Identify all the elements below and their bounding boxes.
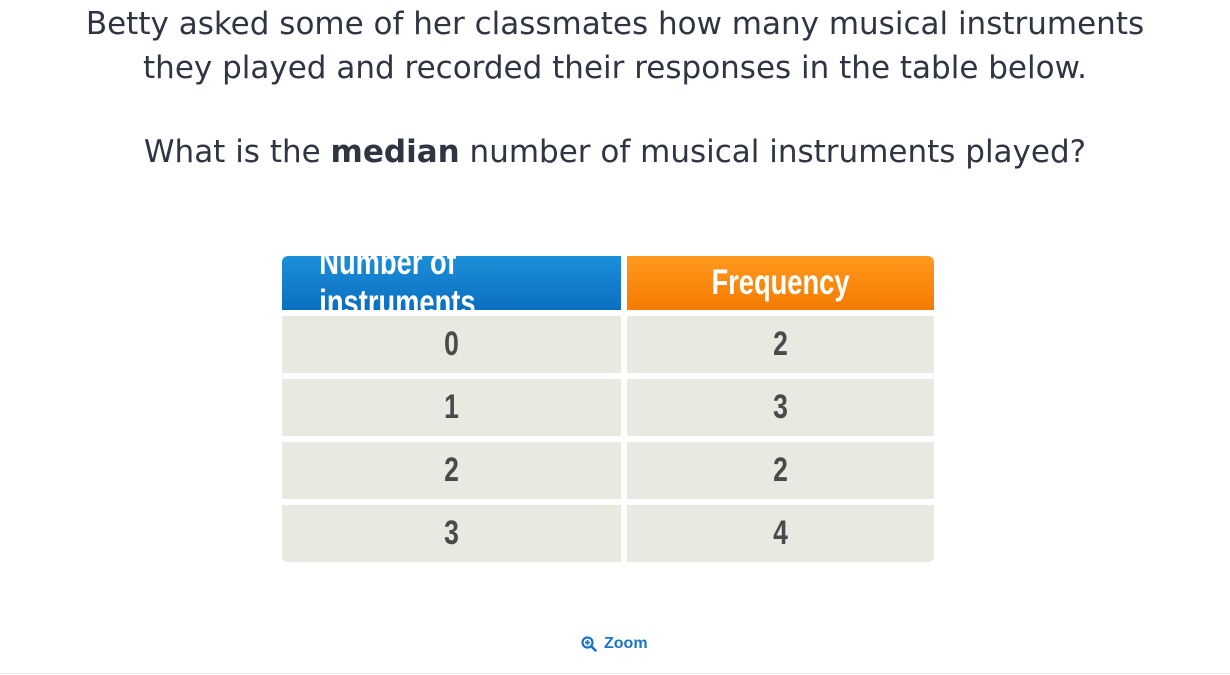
table-header-row: Number of instruments Frequency [282, 243, 934, 322]
cell-value: 2 [773, 451, 788, 489]
table-cell-instruments: 1 [282, 379, 621, 436]
table-cell-frequency: 2 [627, 442, 934, 499]
table-cell-frequency: 2 [627, 316, 934, 373]
cell-value: 1 [444, 388, 459, 426]
prompt-emphasis: median [330, 134, 460, 170]
question-line-2: they played and recorded their responses… [143, 50, 1087, 86]
cell-value: 2 [773, 325, 788, 363]
table-cell-instruments: 0 [282, 316, 621, 373]
cell-value: 4 [773, 514, 788, 552]
header-frequency: Frequency [627, 256, 934, 310]
header-label: Frequency [711, 263, 850, 302]
prompt-before: What is the [143, 134, 331, 170]
cell-value: 2 [444, 451, 459, 489]
cell-value: 3 [773, 388, 788, 426]
table-row: 2 2 [282, 442, 934, 499]
frequency-table: Number of instruments Frequency 0 2 1 3 … [282, 243, 934, 568]
question-line-1: Betty asked some of her classmates how m… [85, 6, 1145, 42]
cell-value: 0 [444, 325, 459, 363]
header-label: Number of instruments [319, 243, 476, 322]
zoom-in-icon [581, 636, 597, 652]
question-prompt: What is the median number of musical ins… [0, 130, 1230, 174]
bottom-divider [0, 673, 1230, 674]
table-row: 3 4 [282, 505, 934, 562]
table-cell-instruments: 2 [282, 442, 621, 499]
table-cell-frequency: 4 [627, 505, 934, 562]
cell-value: 3 [444, 514, 459, 552]
zoom-button[interactable]: Zoom [581, 635, 648, 653]
prompt-after: number of musical instruments played? [459, 134, 1087, 170]
question-text: Betty asked some of her classmates how m… [0, 2, 1230, 90]
zoom-label: Zoom [604, 635, 648, 652]
table-cell-frequency: 3 [627, 379, 934, 436]
table-cell-instruments: 3 [282, 505, 621, 562]
table-row: 0 2 [282, 316, 934, 373]
table-row: 1 3 [282, 379, 934, 436]
header-number-of-instruments: Number of instruments [282, 243, 621, 322]
